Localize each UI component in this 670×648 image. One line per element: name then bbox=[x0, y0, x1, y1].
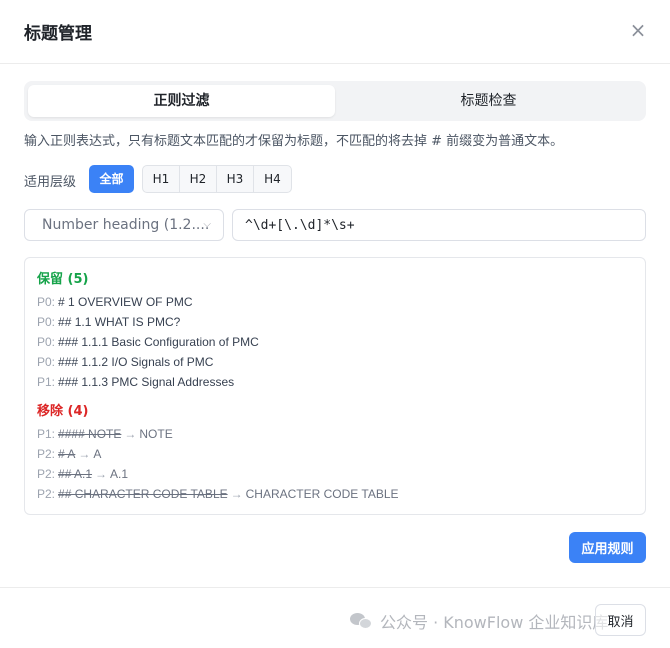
close-icon[interactable]: × bbox=[626, 18, 650, 42]
heading-text: ## 1.1 WHAT IS PMC? bbox=[58, 315, 181, 329]
original-heading-text: ## A.1 bbox=[58, 467, 93, 481]
original-heading-text: ## CHARACTER CODE TABLE bbox=[58, 487, 228, 501]
level-h3-button[interactable]: H3 bbox=[217, 166, 254, 192]
original-heading-text: # A bbox=[58, 447, 76, 461]
remove-row: P1: #### NOTE → NOTE bbox=[37, 424, 633, 444]
cancel-button[interactable]: 取消 bbox=[595, 604, 646, 636]
tab-bar: 正则过滤 标题检查 bbox=[24, 81, 646, 121]
keep-row: P1: ### 1.1.3 PMC Signal Addresses bbox=[37, 372, 633, 392]
level-h2-button[interactable]: H2 bbox=[180, 166, 217, 192]
watermark-text: 公众号 · KnowFlow 企业知识库 bbox=[380, 613, 609, 632]
priority-label: P1: bbox=[37, 427, 56, 441]
result-text: CHARACTER CODE TABLE bbox=[245, 487, 399, 501]
heading-text: # 1 OVERVIEW OF PMC bbox=[58, 295, 193, 309]
chevron-down-icon: ⌵ bbox=[203, 219, 211, 230]
keep-row: P0: # 1 OVERVIEW OF PMC bbox=[37, 292, 633, 312]
heading-management-dialog: 标题管理 × 正则过滤 标题检查 输入正则表达式，只有标题文本匹配的才保留为标题… bbox=[0, 0, 670, 648]
regex-description: 输入正则表达式，只有标题文本匹配的才保留为标题，不匹配的将去掉 # 前缀变为普通… bbox=[24, 134, 564, 149]
priority-label: P0: bbox=[37, 295, 56, 309]
keep-row: P0: ## 1.1 WHAT IS PMC? bbox=[37, 312, 633, 332]
result-text: A.1 bbox=[110, 467, 129, 481]
preview-panel: 保留 (5) P0: # 1 OVERVIEW OF PMC P0: ## 1.1 W… bbox=[24, 257, 646, 515]
preset-selected-value: Number heading (1.2.... bbox=[42, 217, 210, 233]
arrow-right-icon: → bbox=[95, 467, 108, 481]
priority-label: P0: bbox=[37, 315, 56, 329]
priority-label: P2: bbox=[37, 467, 56, 481]
keep-list: P0: # 1 OVERVIEW OF PMC P0: ## 1.1 WHAT IS … bbox=[37, 292, 633, 392]
keep-row: P0: ### 1.1.2 I/O Signals of PMC bbox=[37, 352, 633, 372]
apply-rules-button[interactable]: 应用规则 bbox=[569, 532, 646, 563]
priority-label: P1: bbox=[37, 375, 56, 389]
heading-text: ### 1.1.1 Basic Configuration of PMC bbox=[58, 335, 259, 349]
level-all-button[interactable]: 全部 bbox=[89, 165, 134, 193]
preset-select[interactable]: Number heading (1.2.... ⌵ bbox=[24, 209, 224, 241]
remove-section-title: 移除 (4) bbox=[37, 404, 89, 419]
dialog-title: 标题管理 bbox=[24, 24, 92, 44]
arrow-right-icon: → bbox=[78, 447, 91, 461]
remove-list: P1: #### NOTE → NOTE P2: # A → A P2: ## A.1 → A.1 P2… bbox=[37, 424, 633, 504]
remove-row: P2: # A → A bbox=[37, 444, 633, 464]
remove-row: P2: ## CHARACTER CODE TABLE → CHARACTER COD… bbox=[37, 484, 633, 504]
level-button-group: H1 H2 H3 H4 bbox=[142, 165, 292, 193]
watermark: 公众号 · KnowFlow 企业知识库 bbox=[350, 609, 608, 633]
priority-label: P0: bbox=[37, 335, 56, 349]
arrow-right-icon: → bbox=[124, 427, 137, 441]
regex-input[interactable] bbox=[232, 209, 646, 241]
level-h4-button[interactable]: H4 bbox=[254, 166, 291, 192]
result-text: NOTE bbox=[139, 427, 173, 441]
keep-row: P0: ### 1.1.1 Basic Configuration of PMC bbox=[37, 332, 633, 352]
original-heading-text: #### NOTE bbox=[58, 427, 122, 441]
wechat-icon bbox=[350, 611, 374, 631]
keep-section-title: 保留 (5) bbox=[37, 272, 89, 287]
level-label: 适用层级 bbox=[24, 175, 77, 190]
dialog-header: 标题管理 × bbox=[0, 0, 670, 64]
heading-text: ### 1.1.2 I/O Signals of PMC bbox=[58, 355, 214, 369]
level-h1-button[interactable]: H1 bbox=[143, 166, 180, 192]
result-text: A bbox=[93, 447, 102, 461]
tab-regex-filter[interactable]: 正则过滤 bbox=[28, 85, 335, 117]
priority-label: P0: bbox=[37, 355, 56, 369]
priority-label: P2: bbox=[37, 447, 56, 461]
heading-text: ### 1.1.3 PMC Signal Addresses bbox=[58, 375, 235, 389]
tab-heading-check[interactable]: 标题检查 bbox=[335, 85, 642, 117]
priority-label: P2: bbox=[37, 487, 56, 501]
arrow-right-icon: → bbox=[230, 487, 243, 501]
remove-row: P2: ## A.1 → A.1 bbox=[37, 464, 633, 484]
